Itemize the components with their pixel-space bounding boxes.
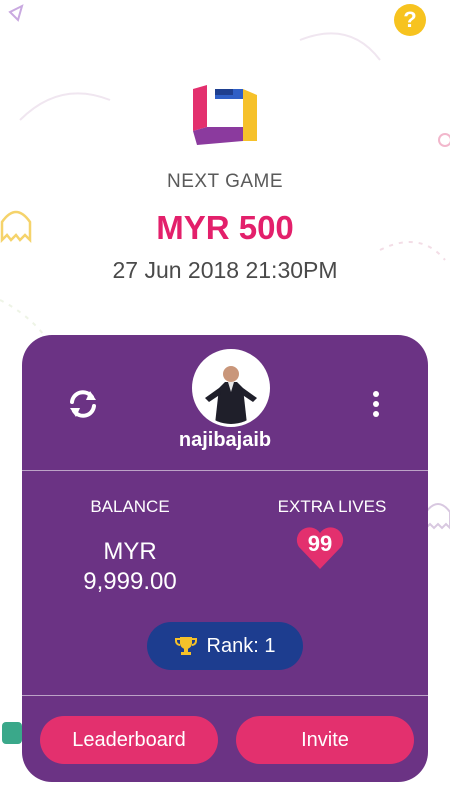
trophy-icon (174, 637, 197, 655)
extra-lives-count: 99 (307, 531, 333, 556)
avatar[interactable] (192, 349, 270, 427)
prize-amount: MYR 500 (156, 209, 294, 246)
profile-card: najibajaib BALANCE MYR 9,999.00 EXTRA LI… (22, 335, 428, 782)
app-logo (193, 85, 257, 145)
balance-currency: MYR (103, 538, 157, 565)
dot-icon (373, 401, 379, 407)
divider (22, 695, 428, 696)
refresh-icon[interactable] (66, 387, 100, 421)
rank-label: Rank: 1 (206, 634, 276, 657)
invite-button[interactable]: Invite (236, 716, 414, 764)
rank-badge[interactable]: Rank: 1 (147, 622, 303, 670)
more-options-button[interactable] (366, 387, 386, 421)
dot-icon (373, 391, 379, 397)
extra-lives-label: EXTRA LIVES (277, 497, 387, 516)
help-button[interactable]: ? (394, 4, 426, 36)
game-datetime: 27 Jun 2018 21:30PM (112, 257, 338, 283)
divider (22, 470, 428, 471)
next-game-label: NEXT GAME (166, 171, 284, 192)
balance-amount: 9,999.00 (83, 568, 177, 595)
dot-icon (373, 411, 379, 417)
avatar-person-icon (195, 352, 267, 424)
leaderboard-button[interactable]: Leaderboard (40, 716, 218, 764)
username: najibajaib (178, 429, 272, 451)
balance-label: BALANCE (90, 497, 170, 516)
question-icon: ? (403, 7, 417, 32)
